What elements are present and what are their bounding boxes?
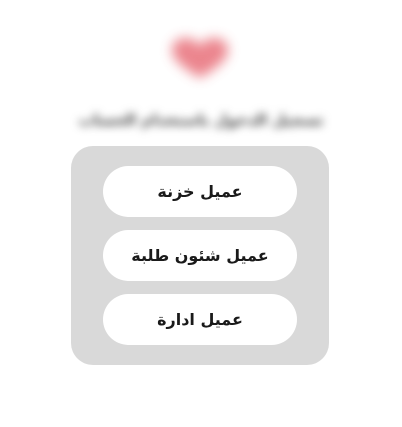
administration-client-button[interactable]: عميل ادارة bbox=[103, 294, 297, 345]
login-role-screen: تسجيل الدخول باستخدام الحساب عميل خزنة ع… bbox=[0, 0, 402, 427]
treasury-client-button[interactable]: عميل خزنة bbox=[103, 166, 297, 217]
role-selection-panel: عميل خزنة عميل شئون طلبة عميل ادارة bbox=[71, 146, 329, 365]
student-affairs-client-button[interactable]: عميل شئون طلبة bbox=[103, 230, 297, 281]
welcome-tagline: تسجيل الدخول باستخدام الحساب bbox=[78, 111, 324, 129]
heart-logo-icon bbox=[172, 38, 228, 78]
